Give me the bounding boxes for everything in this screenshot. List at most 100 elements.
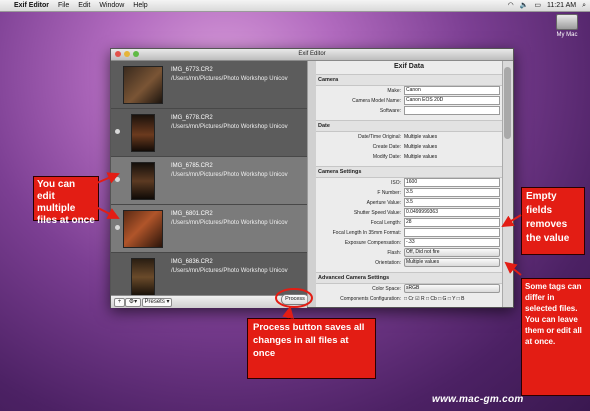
list-item[interactable]: IMG_6778.CR2 /Users/mn/Pictures/Photo Wo…	[111, 109, 307, 157]
exposure-comp-input[interactable]: -.33	[404, 238, 500, 247]
menu-file[interactable]: File	[58, 0, 69, 11]
menu-bar: Exif Editor File Edit Window Help ◠ 🔈 ▭ …	[0, 0, 590, 12]
modified-dot-icon	[115, 177, 120, 182]
section-advanced: Advanced Camera Settings	[316, 272, 502, 284]
section-camera: Camera	[316, 74, 502, 86]
add-button[interactable]: +	[114, 298, 125, 307]
watermark: www.mac-gm.com	[432, 394, 524, 405]
list-item[interactable]: IMG_6836.CR2 /Users/mn/Pictures/Photo Wo…	[111, 253, 307, 295]
file-name: IMG_6785.CR2	[171, 163, 213, 169]
color-space-select[interactable]: sRGB	[404, 284, 500, 293]
model-label: Camera Model Name:	[352, 98, 401, 104]
components-checkboxes[interactable]: □ Cr ☑ R □ Cb □ G □ Y □ B	[404, 296, 465, 302]
iso-label: ISO:	[390, 180, 401, 186]
fnumber-input[interactable]: 3.5	[404, 188, 500, 197]
file-list[interactable]: IMG_6773.CR2 /Users/mn/Pictures/Photo Wo…	[111, 61, 307, 295]
field-fnumber: F Number: 3.5	[316, 188, 502, 198]
minimize-icon[interactable]	[124, 51, 130, 57]
aperture-input[interactable]: 3.5	[404, 198, 500, 207]
file-path: /Users/mn/Pictures/Photo Workshop Unicov	[171, 220, 288, 226]
menu-edit[interactable]: Edit	[78, 0, 90, 11]
modify-date-value[interactable]: Multiple values	[404, 154, 437, 160]
exposure-comp-label: Exposure Compensation:	[344, 240, 401, 246]
process-button[interactable]: Process	[281, 294, 309, 305]
arrow-to-process	[282, 306, 294, 319]
window-title: Exif Editor	[298, 51, 326, 57]
focal-length-label: Focal Length:	[370, 220, 401, 226]
field-modify-date: Modify Date: Multiple values	[316, 152, 502, 162]
list-item[interactable]: IMG_6773.CR2 /Users/mn/Pictures/Photo Wo…	[111, 61, 307, 109]
spotlight-icon[interactable]: ⌕	[582, 0, 586, 11]
file-name: IMG_6778.CR2	[171, 115, 213, 121]
field-exposure-comp: Exposure Compensation: -.33	[316, 238, 502, 248]
callout-differ: Some tags can differ in selected files. …	[521, 278, 590, 396]
field-create-date: Create Date: Multiple values	[316, 142, 502, 152]
make-input[interactable]: Canon	[404, 86, 500, 95]
flash-select[interactable]: Off, Did not fire	[404, 248, 500, 257]
menu-extras: ◠ 🔈 ▭ 11:21 AM ⌕	[508, 0, 586, 11]
aperture-label: Aperture Value:	[366, 200, 401, 206]
modified-dot-icon	[115, 129, 120, 134]
file-name: IMG_6801.CR2	[171, 211, 213, 217]
orientation-label: Orientation:	[375, 260, 401, 266]
focal-length-input[interactable]: 28	[404, 218, 500, 227]
iso-input[interactable]: 1600	[404, 178, 500, 187]
gear-menu-button[interactable]: ⚙▾	[125, 298, 141, 307]
file-path: /Users/mn/Pictures/Photo Workshop Unicov	[171, 124, 288, 130]
date-original-value[interactable]: Multiple values	[404, 134, 437, 140]
focal-35mm-input[interactable]	[404, 228, 500, 237]
field-components: Components Configuration: □ Cr ☑ R □ Cb …	[316, 294, 502, 304]
list-item-selected[interactable]: IMG_6785.CR2 /Users/mn/Pictures/Photo Wo…	[111, 157, 307, 205]
desktop-drive[interactable]: My Mac	[553, 14, 581, 38]
wifi-icon[interactable]: ◠	[508, 0, 514, 11]
shutter-label: Shutter Speed Value:	[353, 210, 401, 216]
callout-multi-edit: You can edit multiple files at once	[33, 176, 99, 226]
menu-app[interactable]: Exif Editor	[14, 0, 49, 11]
hard-drive-icon	[556, 14, 578, 30]
battery-icon[interactable]: ▭	[534, 0, 541, 11]
drive-label: My Mac	[556, 32, 578, 38]
field-color-space: Color Space: sRGB	[316, 284, 502, 294]
window-titlebar[interactable]: Exif Editor	[111, 49, 513, 61]
file-path: /Users/mn/Pictures/Photo Workshop Unicov	[171, 172, 288, 178]
fnumber-label: F Number:	[377, 190, 401, 196]
color-space-label: Color Space:	[372, 286, 401, 292]
flash-label: Flash:	[387, 250, 401, 256]
field-flash: Flash: Off, Did not fire	[316, 248, 502, 258]
modify-date-label: Modify Date:	[372, 154, 401, 160]
field-shutter: Shutter Speed Value: 0.0499999363	[316, 208, 502, 218]
modified-dot-icon	[115, 225, 120, 230]
scrollbar-thumb[interactable]	[504, 67, 511, 139]
exif-panel: Exif Data Camera Make: Canon Camera Mode…	[316, 61, 502, 307]
model-input[interactable]: Canon EOS 20D	[404, 96, 500, 105]
make-label: Make:	[387, 88, 401, 94]
panel-scrollbar[interactable]	[502, 61, 513, 307]
exif-editor-window: Exif Editor IMG_6773.CR2 /Users/mn/Pictu…	[110, 48, 514, 308]
volume-icon[interactable]: 🔈	[520, 0, 529, 11]
field-date-original: Date/Time Original: Multiple values	[316, 132, 502, 142]
callout-empty-fields: Empty fields removes the value	[521, 187, 585, 255]
menu-window[interactable]: Window	[99, 0, 124, 11]
photo-thumbnail	[131, 162, 155, 200]
presets-popup[interactable]: Presets ▾	[142, 298, 172, 307]
clock[interactable]: 11:21 AM	[547, 0, 576, 11]
zoom-icon[interactable]	[133, 51, 139, 57]
list-toolbar: + ⚙▾ Presets ▾	[111, 295, 307, 308]
field-aperture: Aperture Value: 3.5	[316, 198, 502, 208]
field-model: Camera Model Name: Canon EOS 20D	[316, 96, 502, 106]
file-name: IMG_6836.CR2	[171, 259, 213, 265]
list-item-selected[interactable]: IMG_6801.CR2 /Users/mn/Pictures/Photo Wo…	[111, 205, 307, 253]
menu-help[interactable]: Help	[133, 0, 147, 11]
file-name: IMG_6773.CR2	[171, 67, 213, 73]
photo-thumbnail	[123, 210, 163, 248]
date-original-label: Date/Time Original:	[358, 134, 401, 140]
photo-thumbnail	[123, 66, 163, 104]
close-icon[interactable]	[115, 51, 121, 57]
field-iso: ISO: 1600	[316, 178, 502, 188]
create-date-value[interactable]: Multiple values	[404, 144, 437, 150]
window-controls	[115, 51, 139, 57]
shutter-input[interactable]: 0.0499999363	[404, 208, 500, 217]
orientation-select[interactable]: Multiple values	[404, 258, 500, 267]
software-input[interactable]	[404, 106, 500, 115]
field-orientation: Orientation: Multiple values	[316, 258, 502, 268]
